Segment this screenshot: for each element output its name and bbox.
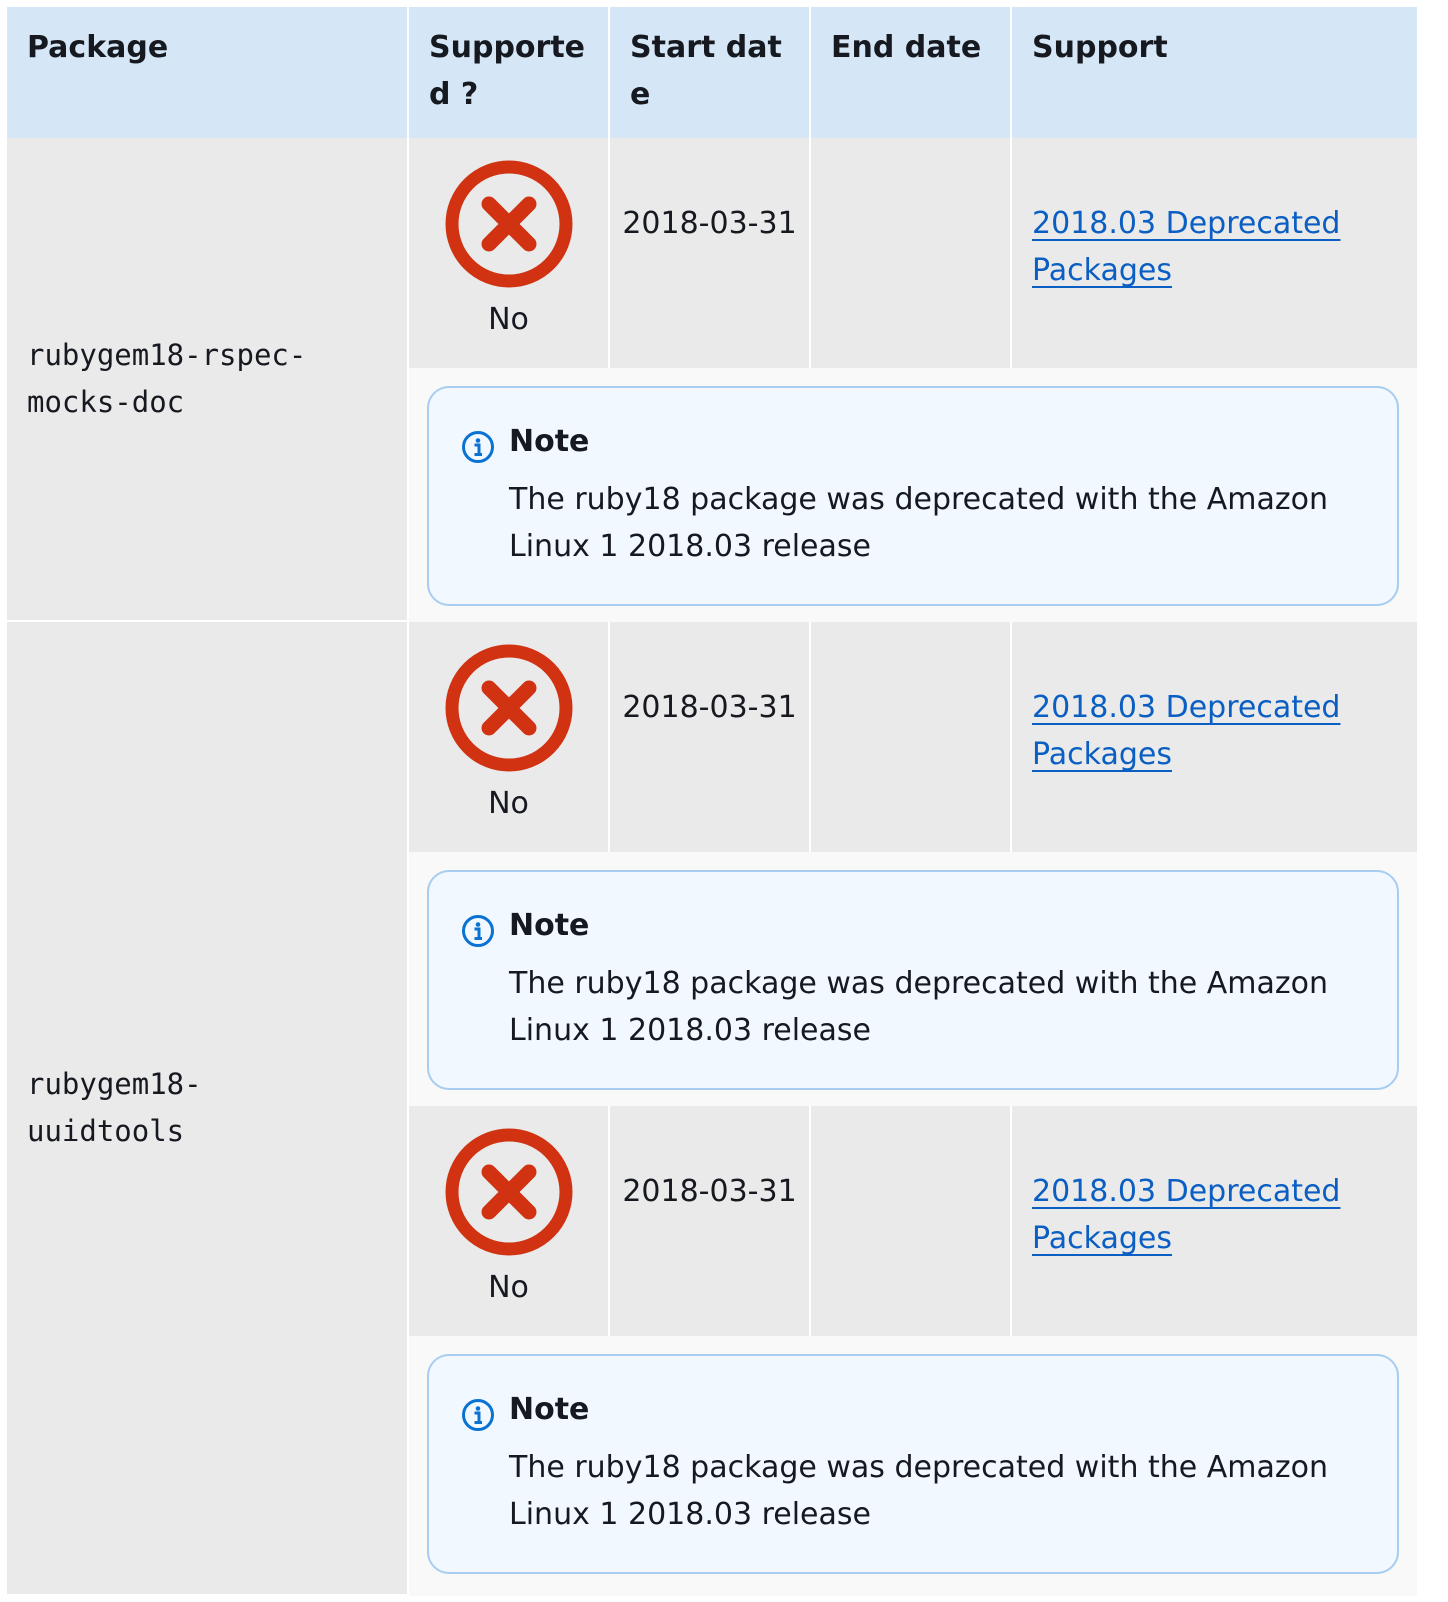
deprecated-packages-link[interactable]: 2018.03 Deprecated Packages — [1032, 206, 1340, 288]
x-circle-icon — [445, 160, 572, 288]
header-row: Package Supported ? Start date End date … — [7, 7, 1417, 138]
package-name: rubygem18-rspec- mocks-doc — [7, 138, 409, 622]
deprecated-packages-link[interactable]: 2018.03 Deprecated Packages — [1032, 690, 1340, 772]
note-title: Note — [509, 424, 590, 459]
start-date: 2018-03-31 — [610, 138, 811, 368]
note-text: The ruby18 package was deprecated with t… — [509, 1450, 1329, 1532]
info-circle-icon — [462, 1399, 494, 1431]
note-callout: Note The ruby18 package was deprecated w… — [427, 870, 1399, 1090]
header-support: Support — [1012, 7, 1417, 138]
x-circle-icon — [445, 644, 572, 772]
note-text: The ruby18 package was deprecated with t… — [509, 482, 1329, 564]
start-date: 2018-03-31 — [610, 1106, 811, 1336]
note-text: The ruby18 package was deprecated with t… — [509, 966, 1329, 1048]
note-callout: Note The ruby18 package was deprecated w… — [427, 1354, 1399, 1574]
header-package: Package — [7, 7, 409, 138]
note-title: Note — [509, 1392, 590, 1427]
end-date — [811, 1106, 1012, 1336]
info-circle-icon — [462, 915, 494, 947]
support-cell: 2018.03 Deprecated Packages — [1012, 622, 1417, 852]
package-name: rubygem18- uuidtools — [7, 622, 409, 1596]
supported-cell: No — [409, 138, 610, 368]
supported-value: No — [488, 302, 529, 337]
support-cell: 2018.03 Deprecated Packages — [1012, 138, 1417, 368]
supported-cell: No — [409, 1106, 610, 1336]
end-date — [811, 138, 1012, 368]
supported-cell: No — [409, 622, 610, 852]
info-circle-icon — [462, 431, 494, 463]
x-circle-icon — [445, 1128, 572, 1256]
header-end-date: End date — [811, 7, 1012, 138]
header-start-date: Start date — [610, 7, 811, 138]
note-title: Note — [509, 908, 590, 943]
table-row: rubygem18-rspec- mocks-doc No 2018-03-31… — [7, 138, 1417, 622]
deprecated-packages-link[interactable]: 2018.03 Deprecated Packages — [1032, 1174, 1340, 1256]
end-date — [811, 622, 1012, 852]
supported-value: No — [488, 786, 529, 821]
note-callout: Note The ruby18 package was deprecated w… — [427, 386, 1399, 606]
start-date: 2018-03-31 — [610, 622, 811, 852]
support-cell: 2018.03 Deprecated Packages — [1012, 1106, 1417, 1336]
supported-value: No — [488, 1270, 529, 1305]
package-support-table: Package Supported ? Start date End date … — [7, 7, 1417, 1596]
table-row: rubygem18- uuidtools No 2018-03-31 2018.… — [7, 622, 1417, 1596]
header-supported: Supported ? — [409, 7, 610, 138]
